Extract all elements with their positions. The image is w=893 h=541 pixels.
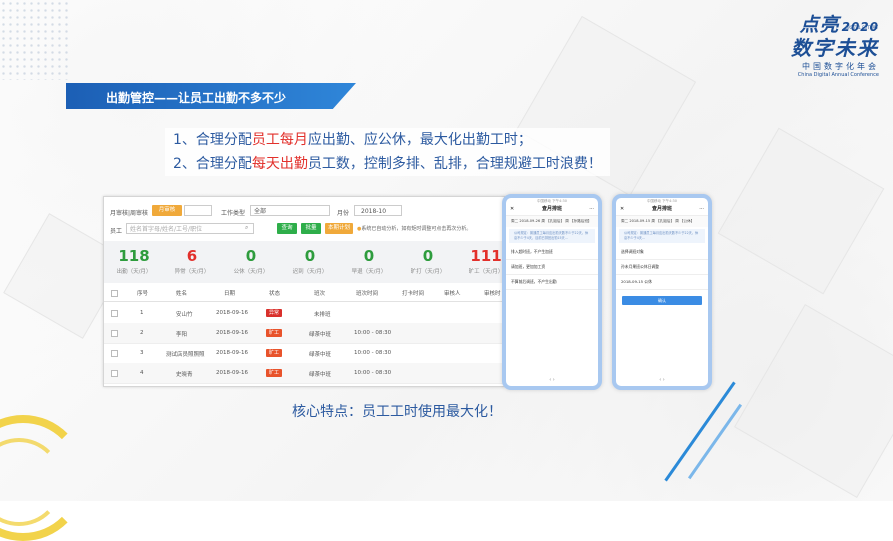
- option-item[interactable]: 请加班，更加加工资: [506, 260, 598, 275]
- query-button[interactable]: 查询: [277, 223, 297, 234]
- stat-abnormal: 6 异常（天/月）: [174, 247, 210, 275]
- stat-miss: 0 旷打（天/月）: [410, 247, 446, 275]
- phone-mockup-2: 中国移动 下午4:30 ✕ 查月排班 ··· 周二 2018-09-15 周 【…: [612, 194, 712, 390]
- option-item[interactable]: 2018-09-15 公休: [616, 275, 708, 290]
- row-number: 3: [140, 350, 144, 356]
- row-date: 2018-09-16: [216, 330, 248, 336]
- row-shift-time: 10:00 - 08:30: [354, 350, 392, 356]
- table-header: 序号 姓名 日期 状态 班次 班次时间 打卡时间 审核人 审核时: [104, 285, 504, 302]
- policy-note: 公司规定：普通员工每月应出勤天数不少于22天，休息不少于4天...: [619, 229, 705, 243]
- column-header[interactable]: 打卡时间: [402, 289, 424, 297]
- bullet-item: 2、合理分配每天出勤员工数，控制多排、乱排，合理规避工时浪费！: [165, 152, 610, 176]
- option-item[interactable]: 排入超时班，不产生加班: [506, 245, 598, 260]
- table-row[interactable]: 2 李阳 2018-09-16 旷工 绿茶中班 10:00 - 08:30: [104, 323, 504, 344]
- shift-info: 周二 2018-09-26 周 【孔姐后】 周 【孙路后班】: [506, 216, 598, 227]
- close-icon[interactable]: ✕: [510, 204, 514, 215]
- plan-button[interactable]: 本期计划: [325, 223, 353, 234]
- select-all-checkbox[interactable]: [111, 290, 118, 297]
- policy-note: 公司规定：普通员工每月应出勤天数不少于22天，休息不少于4天，目前已排班出勤15…: [509, 229, 595, 243]
- confirm-button[interactable]: 确认: [622, 296, 702, 305]
- phone-mockup-1: 中国移动 下午4:30 ✕ 查月排班 ··· 周二 2018-09-26 周 【…: [502, 194, 602, 390]
- row-date: 2018-09-16: [216, 350, 248, 356]
- more-icon[interactable]: ···: [589, 204, 594, 215]
- column-header[interactable]: 状态: [269, 289, 280, 297]
- status-badge: 旷工: [266, 329, 283, 337]
- conference-logo: 点亮 2020 DIGITAL FUTURE 数字未来 中国数字化年会 China…: [791, 14, 879, 78]
- worktype-select[interactable]: 全部: [250, 205, 330, 216]
- table-row[interactable]: 1 安山竹 2018-09-16 异常 未排班: [104, 303, 504, 324]
- search-icon[interactable]: ⌕: [245, 224, 248, 232]
- row-shift: 未排班: [314, 312, 331, 318]
- status-badge: 异常: [266, 309, 283, 317]
- shift-info: 周二 2018-09-15 周 【孔姐后】 周 【公休】: [616, 216, 708, 227]
- stat-rest: 0 公休（天/月）: [233, 247, 269, 275]
- row-name: 测试店员照照照: [166, 352, 205, 358]
- phone-title: 查月排班: [651, 206, 672, 212]
- row-shift-time: 10:00 - 08:30: [354, 370, 392, 376]
- title-banner: 出勤管控——让员工出勤不多不少: [66, 83, 356, 109]
- dot-pattern: [0, 0, 70, 80]
- batch-button[interactable]: 批量: [301, 223, 321, 234]
- row-name: 李阳: [176, 332, 188, 338]
- more-icon[interactable]: ···: [699, 204, 704, 215]
- close-icon[interactable]: ✕: [620, 204, 624, 215]
- status-badge: 旷工: [266, 349, 283, 357]
- row-shift: 绿茶中班: [309, 332, 332, 338]
- caption: 核心特点：员工工时使用最大化！: [292, 404, 502, 420]
- bullet-list: 1、合理分配员工每月应出勤、应公休，最大化出勤工时； 2、合理分配每天出勤员工数…: [165, 128, 610, 176]
- column-header[interactable]: 班次时间: [356, 289, 378, 297]
- column-header[interactable]: 审核时: [484, 289, 501, 297]
- stat-attendance: 118 出勤（天/月）: [116, 247, 152, 275]
- stats-bar: 118 出勤（天/月） 6 异常（天/月） 0 公休（天/月） 0 迟到（天/月） 0早…: [104, 241, 504, 283]
- row-checkbox[interactable]: [111, 310, 118, 317]
- phone-nav[interactable]: ‹ ›: [616, 377, 708, 383]
- row-checkbox[interactable]: [111, 330, 118, 337]
- table-row[interactable]: 4 史晓青 2018-09-16 旷工 绿茶中班 10:00 - 08:30: [104, 363, 504, 384]
- row-checkbox[interactable]: [111, 370, 118, 377]
- row-date: 2018-09-16: [216, 370, 248, 376]
- phone-header: ✕ 查月排班 ···: [616, 204, 708, 216]
- column-header[interactable]: 序号: [137, 289, 148, 297]
- row-name: 史晓青: [176, 372, 193, 378]
- row-name: 安山竹: [176, 312, 193, 318]
- stat-early: 0 早退（天/月）: [351, 247, 387, 275]
- row-shift-time: 10:00 - 08:30: [354, 330, 392, 336]
- option-item[interactable]: 不算前后调班，不产生出勤: [506, 275, 598, 290]
- phone-title: 查月排班: [541, 206, 562, 212]
- stat-late: 0 迟到（天/月）: [292, 247, 328, 275]
- column-header[interactable]: 姓名: [176, 289, 187, 297]
- option-item[interactable]: 选择调班对象: [616, 245, 708, 260]
- stat-absent: 111 旷工（天/月）: [468, 247, 504, 275]
- status-badge: 旷工: [266, 369, 283, 377]
- mode-label: 月审核|周审核: [110, 210, 149, 217]
- analysis-note: ●系统已自动分析，如有矩时调整可点击再次分析。: [357, 226, 472, 232]
- row-number: 1: [140, 310, 144, 316]
- staff-search-input[interactable]: 姓名首字母/姓名/工号/职位: [126, 223, 254, 234]
- worktype-label: 工作类型: [221, 210, 246, 217]
- row-shift: 绿茶中班: [309, 352, 332, 358]
- mode-toggle[interactable]: 月审核: [152, 205, 182, 216]
- mode-toggle-off[interactable]: [184, 205, 212, 216]
- column-header[interactable]: 日期: [224, 289, 235, 297]
- column-header[interactable]: 班次: [314, 289, 325, 297]
- option-item[interactable]: 孙未月果班公休日调整: [616, 260, 708, 275]
- staff-label: 员工: [110, 228, 123, 235]
- phone-header: ✕ 查月排班 ···: [506, 204, 598, 216]
- phone-nav[interactable]: ‹ ›: [506, 377, 598, 383]
- row-checkbox[interactable]: [111, 350, 118, 357]
- column-header[interactable]: 审核人: [444, 289, 461, 297]
- row-number: 4: [140, 370, 144, 376]
- attendance-review-panel: 月审核|周审核 月审核 工作类型 全部 月份 2018-10 员工 姓名首字母/…: [103, 196, 505, 387]
- row-shift: 绿茶中班: [309, 372, 332, 378]
- row-date: 2018-09-16: [216, 310, 248, 316]
- month-label: 月份: [337, 210, 350, 217]
- row-number: 2: [140, 330, 144, 336]
- month-picker[interactable]: 2018-10: [354, 205, 402, 216]
- bullet-item: 1、合理分配员工每月应出勤、应公休，最大化出勤工时；: [165, 128, 610, 152]
- table-row[interactable]: 3 测试店员照照照 2018-09-16 旷工 绿茶中班 10:00 - 08:…: [104, 343, 504, 364]
- page-title: 出勤管控——让员工出勤不多不少: [106, 91, 287, 105]
